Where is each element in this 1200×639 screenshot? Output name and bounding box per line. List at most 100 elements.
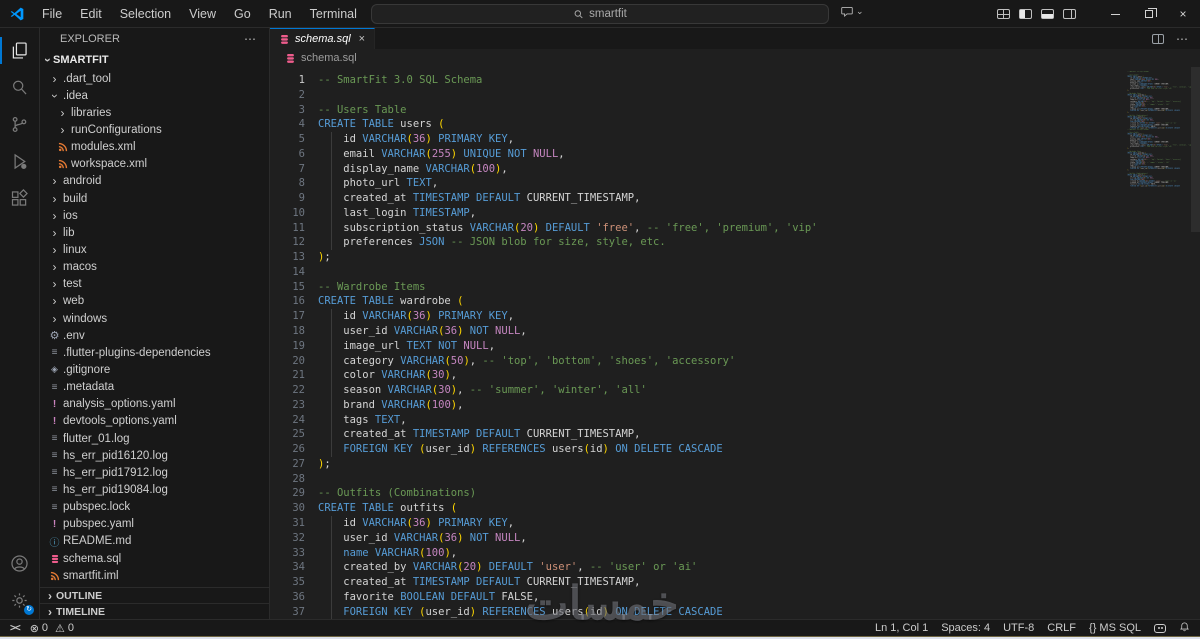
command-center-search[interactable]: smartfit <box>371 4 829 24</box>
code-line[interactable]: 22 season VARCHAR(30), -- 'summer', 'win… <box>270 383 1200 398</box>
code-line[interactable]: 35 created_at TIMESTAMP DEFAULT CURRENT_… <box>270 575 1200 590</box>
tree-item-android[interactable]: ›android <box>40 173 269 190</box>
code-line[interactable]: 24 tags TEXT, <box>270 413 1200 428</box>
tree-item-test[interactable]: ›test <box>40 276 269 293</box>
tree-item-pubspec-lock[interactable]: ≡pubspec.lock <box>40 499 269 516</box>
editor-scrollbar[interactable] <box>1191 67 1200 619</box>
status-item-spaces-4[interactable]: Spaces: 4 <box>941 622 990 634</box>
code-line[interactable]: 34 created_by VARCHAR(20) DEFAULT 'user'… <box>270 560 1200 575</box>
status-item--ms-sql[interactable]: {} MS SQL <box>1089 622 1141 634</box>
breadcrumb[interactable]: schema.sql <box>270 49 1200 67</box>
menu-item-selection[interactable]: Selection <box>111 0 180 28</box>
tree-item--flutter-plugins-dependencies[interactable]: ≡.flutter-plugins-dependencies <box>40 344 269 361</box>
code-line[interactable]: 7 display_name VARCHAR(100), <box>270 162 1200 177</box>
tree-item-readme-md[interactable]: ⓘREADME.md <box>40 533 269 550</box>
code-line[interactable]: 9 created_at TIMESTAMP DEFAULT CURRENT_T… <box>270 191 1200 206</box>
tree-item-analysis-options-yaml[interactable]: !analysis_options.yaml <box>40 396 269 413</box>
code-line[interactable]: 6 email VARCHAR(255) UNIQUE NOT NULL, <box>270 147 1200 162</box>
tree-item-windows[interactable]: ›windows <box>40 310 269 327</box>
code-line[interactable]: 37 FOREIGN KEY (user_id) REFERENCES user… <box>270 605 1200 619</box>
minimize-button[interactable] <box>1098 0 1132 28</box>
activity-explorer-icon[interactable] <box>0 32 39 69</box>
tree-item-libraries[interactable]: ›libraries <box>40 104 269 121</box>
code-line[interactable]: 21 color VARCHAR(30), <box>270 368 1200 383</box>
code-line[interactable]: 15-- Wardrobe Items <box>270 280 1200 295</box>
tree-item--metadata[interactable]: ≡.metadata <box>40 379 269 396</box>
activity-settings-icon[interactable]: ↻ <box>0 582 39 619</box>
menu-item-view[interactable]: View <box>180 0 225 28</box>
tree-item-pubspec-yaml[interactable]: !pubspec.yaml <box>40 516 269 533</box>
tree-item--idea[interactable]: ›.idea <box>40 87 269 104</box>
minimap[interactable]: -- SmartFit 3.0 SQL Schema-- Users Table… <box>1127 71 1191 193</box>
status-item-ln-1-col-1[interactable]: Ln 1, Col 1 <box>875 622 928 634</box>
tree-item-schema-sql[interactable]: schema.sql <box>40 550 269 567</box>
editor-more-actions-icon[interactable]: ⋯ <box>1176 32 1188 46</box>
code-line[interactable]: 27); <box>270 457 1200 472</box>
code-line[interactable]: 14 <box>270 265 1200 280</box>
tree-item-modules-xml[interactable]: modules.xml <box>40 139 269 156</box>
code-line[interactable]: 10 last_login TIMESTAMP, <box>270 206 1200 221</box>
tab-close-icon[interactable]: × <box>359 33 365 45</box>
activity-source-control-icon[interactable] <box>0 106 39 143</box>
code-line[interactable]: 4CREATE TABLE users ( <box>270 117 1200 132</box>
problems-indicator[interactable]: ⊗ 0 ⚠ 0 <box>30 622 74 635</box>
code-line[interactable]: 36 favorite BOOLEAN DEFAULT FALSE, <box>270 590 1200 605</box>
copilot-chat-button[interactable]: ⌄ <box>840 5 864 18</box>
code-line[interactable]: 1-- SmartFit 3.0 SQL Schema <box>270 73 1200 88</box>
code-line[interactable]: 33 name VARCHAR(100), <box>270 546 1200 561</box>
remote-indicator-icon[interactable]: >< <box>10 623 20 634</box>
split-editor-icon[interactable] <box>1152 34 1164 44</box>
activity-run-debug-icon[interactable] <box>0 143 39 180</box>
code-line[interactable]: 30CREATE TABLE outfits ( <box>270 501 1200 516</box>
menu-item-run[interactable]: Run <box>260 0 301 28</box>
code-line[interactable]: 19 image_url TEXT NOT NULL, <box>270 339 1200 354</box>
customize-layout-icon[interactable] <box>997 9 1010 19</box>
code-line[interactable]: 32 user_id VARCHAR(36) NOT NULL, <box>270 531 1200 546</box>
tree-item-hs-err-pid19084-log[interactable]: ≡hs_err_pid19084.log <box>40 481 269 498</box>
code-line[interactable]: 16CREATE TABLE wardrobe ( <box>270 294 1200 309</box>
code-line[interactable]: 8 photo_url TEXT, <box>270 176 1200 191</box>
code-line[interactable]: 5 id VARCHAR(36) PRIMARY KEY, <box>270 132 1200 147</box>
code-line[interactable]: 17 id VARCHAR(36) PRIMARY KEY, <box>270 309 1200 324</box>
toggle-secondary-sidebar-icon[interactable] <box>1063 9 1076 19</box>
menu-item-terminal[interactable]: Terminal <box>301 0 366 28</box>
tab-schema-sql[interactable]: schema.sql × <box>270 28 375 49</box>
activity-extensions-icon[interactable] <box>0 180 39 217</box>
menu-item-file[interactable]: File <box>33 0 71 28</box>
tree-item-devtools-options-yaml[interactable]: !devtools_options.yaml <box>40 413 269 430</box>
tree-item-workspace-xml[interactable]: workspace.xml <box>40 156 269 173</box>
copilot-status-icon[interactable] <box>1154 624 1166 633</box>
bell-icon[interactable] <box>1179 621 1190 636</box>
code-line[interactable]: 26 FOREIGN KEY (user_id) REFERENCES user… <box>270 442 1200 457</box>
explorer-more-actions-icon[interactable]: ⋯ <box>244 32 257 46</box>
activity-search-icon[interactable] <box>0 69 39 106</box>
status-item-utf-8[interactable]: UTF-8 <box>1003 622 1034 634</box>
outline-section[interactable]: › OUTLINE <box>40 587 269 603</box>
tree-item-linux[interactable]: ›linux <box>40 241 269 258</box>
tree-item--dart-tool[interactable]: ›.dart_tool <box>40 70 269 87</box>
menu-item-edit[interactable]: Edit <box>71 0 111 28</box>
code-line[interactable]: 13); <box>270 250 1200 265</box>
toggle-panel-icon[interactable] <box>1041 9 1054 19</box>
code-line[interactable]: 2 <box>270 88 1200 103</box>
code-line[interactable]: 23 brand VARCHAR(100), <box>270 398 1200 413</box>
code-line[interactable]: 11 subscription_status VARCHAR(20) DEFAU… <box>270 221 1200 236</box>
tree-item-hs-err-pid16120-log[interactable]: ≡hs_err_pid16120.log <box>40 447 269 464</box>
tree-item-hs-err-pid17912-log[interactable]: ≡hs_err_pid17912.log <box>40 464 269 481</box>
activity-account-icon[interactable] <box>0 545 39 582</box>
restore-button[interactable] <box>1132 0 1166 28</box>
timeline-section[interactable]: › TIMELINE <box>40 603 269 619</box>
tree-item--gitignore[interactable]: ◈.gitignore <box>40 361 269 378</box>
code-line[interactable]: 31 id VARCHAR(36) PRIMARY KEY, <box>270 516 1200 531</box>
tree-item-ios[interactable]: ›ios <box>40 207 269 224</box>
code-line[interactable]: 29-- Outfits (Combinations) <box>270 486 1200 501</box>
code-line[interactable]: 20 category VARCHAR(50), -- 'top', 'bott… <box>270 354 1200 369</box>
tree-item-lib[interactable]: ›lib <box>40 224 269 241</box>
code-line[interactable]: 12 preferences JSON -- JSON blob for siz… <box>270 235 1200 250</box>
tree-item-smartfit-iml[interactable]: smartfit.iml <box>40 567 269 584</box>
close-button[interactable]: × <box>1166 0 1200 28</box>
menu-item-go[interactable]: Go <box>225 0 260 28</box>
tree-item--env[interactable]: ⚙.env <box>40 327 269 344</box>
tree-item-build[interactable]: ›build <box>40 190 269 207</box>
tree-item-macos[interactable]: ›macos <box>40 259 269 276</box>
